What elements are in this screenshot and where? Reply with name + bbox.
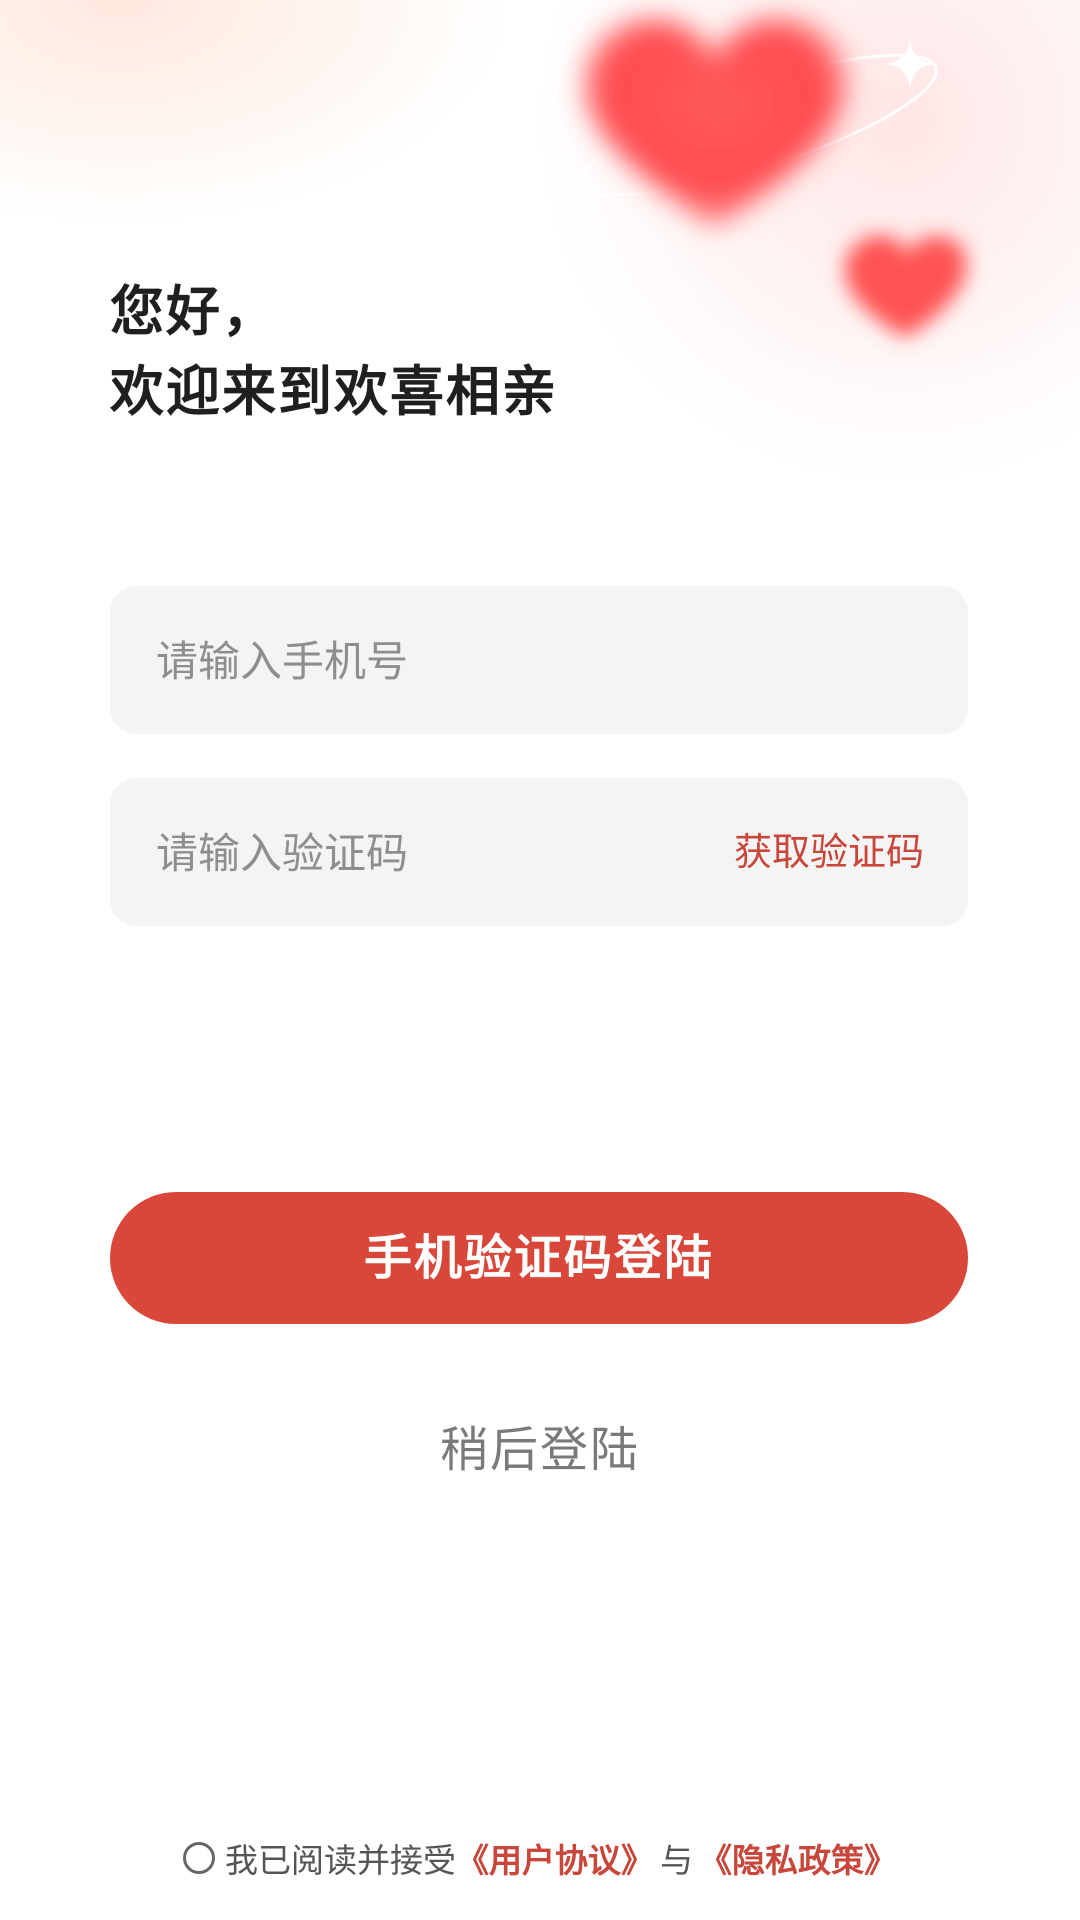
greeting-line-2: 欢迎来到欢喜相亲	[110, 360, 558, 423]
greeting-line-1: 您好，	[110, 280, 278, 343]
agreement-radio[interactable]	[183, 1842, 215, 1874]
phone-field	[110, 586, 968, 736]
code-field: 获取验证码	[110, 778, 968, 928]
phone-input[interactable]	[154, 586, 718, 736]
welcome-heading: 您好， 欢迎来到欢喜相亲	[110, 272, 558, 432]
agreement-conjunction: 与	[660, 1841, 693, 1880]
small-heart-icon	[845, 235, 967, 338]
agreement-row: 我已阅读并接受 《用户协议》 与 《隐私政策》	[0, 1833, 1080, 1883]
get-code-button[interactable]: 获取验证码	[734, 778, 924, 926]
heart-icon	[585, 19, 845, 229]
orbit-ring	[582, 53, 938, 197]
user-agreement-link[interactable]: 《用户协议》	[456, 1834, 654, 1882]
verification-code-input[interactable]	[154, 778, 718, 928]
privacy-policy-link[interactable]: 《隐私政策》	[699, 1834, 897, 1882]
login-page: 您好， 欢迎来到欢喜相亲 获取验证码 手机验证码登陆 稍后登陆 我已阅读并接受 …	[0, 0, 1080, 1920]
agreement-prefix: 我已阅读并接受	[225, 1841, 456, 1880]
sparkle-icon	[886, 40, 934, 88]
sms-login-button[interactable]: 手机验证码登陆	[110, 1192, 968, 1324]
login-later-link[interactable]: 稍后登陆	[0, 1410, 1080, 1480]
